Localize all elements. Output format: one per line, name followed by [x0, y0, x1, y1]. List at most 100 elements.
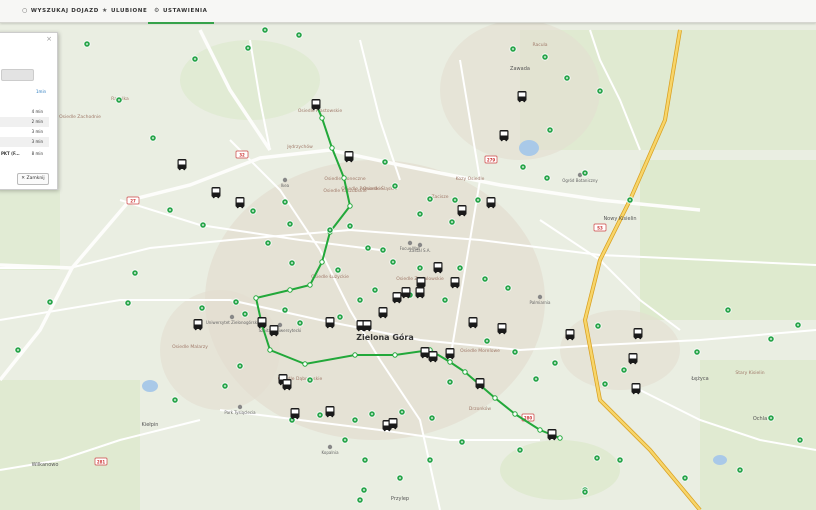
bus-icon[interactable] — [565, 329, 575, 341]
bus-icon[interactable] — [486, 197, 496, 209]
bus-icon[interactable] — [378, 307, 388, 319]
bus-stop-icon[interactable] — [416, 264, 424, 272]
bus-stop-icon[interactable] — [264, 239, 272, 247]
bus-stop-icon[interactable] — [581, 169, 589, 177]
bus-icon[interactable] — [445, 348, 455, 360]
bus-stop-icon[interactable] — [767, 335, 775, 343]
bus-stop-icon[interactable] — [594, 322, 602, 330]
bus-stop-icon[interactable] — [448, 218, 456, 226]
bus-stop-icon[interactable] — [288, 259, 296, 267]
route-stop-marker[interactable] — [557, 435, 563, 441]
bus-stop-icon[interactable] — [381, 158, 389, 166]
bus-stop-icon[interactable] — [124, 299, 132, 307]
bus-stop-icon[interactable] — [504, 284, 512, 292]
bus-stop-icon[interactable] — [379, 246, 387, 254]
bus-stop-icon[interactable] — [368, 410, 376, 418]
bus-stop-icon[interactable] — [601, 380, 609, 388]
bus-stop-icon[interactable] — [796, 436, 804, 444]
bus-stop-icon[interactable] — [356, 296, 364, 304]
route-stop-marker[interactable] — [462, 369, 468, 375]
bus-stop-icon[interactable] — [326, 226, 334, 234]
bus-stop-icon[interactable] — [441, 296, 449, 304]
bus-stop-icon[interactable] — [794, 321, 802, 329]
bus-stop-icon[interactable] — [416, 210, 424, 218]
tab-ustawienia[interactable]: ⚙ USTAWIENIA — [148, 0, 214, 24]
bus-icon[interactable] — [433, 262, 443, 274]
bus-stop-icon[interactable] — [389, 258, 397, 266]
bus-stop-icon[interactable] — [626, 196, 634, 204]
route-stop-marker[interactable] — [319, 115, 325, 121]
panel-action-button[interactable] — [1, 69, 34, 81]
route-stop-marker[interactable] — [447, 359, 453, 365]
bus-stop-icon[interactable] — [334, 266, 342, 274]
bus-stop-icon[interactable] — [458, 438, 466, 446]
bus-icon[interactable] — [282, 379, 292, 391]
bus-stop-icon[interactable] — [241, 310, 249, 318]
bus-stop-icon[interactable] — [166, 206, 174, 214]
bus-icon[interactable] — [401, 287, 411, 299]
bus-stop-icon[interactable] — [398, 408, 406, 416]
bus-stop-icon[interactable] — [244, 44, 252, 52]
bus-stop-icon[interactable] — [546, 126, 554, 134]
bus-stop-icon[interactable] — [346, 222, 354, 230]
bus-icon[interactable] — [475, 378, 485, 390]
bus-stop-icon[interactable] — [551, 359, 559, 367]
bus-stop-icon[interactable] — [171, 396, 179, 404]
route-stop-marker[interactable] — [347, 203, 353, 209]
bus-icon[interactable] — [388, 418, 398, 430]
bus-stop-icon[interactable] — [360, 486, 368, 494]
route-stop-marker[interactable] — [352, 352, 358, 358]
bus-stop-icon[interactable] — [296, 319, 304, 327]
bus-stop-icon[interactable] — [616, 456, 624, 464]
bus-stop-icon[interactable] — [767, 414, 775, 422]
tab-wyszukaj-dojazd[interactable]: ○ WYSZUKAJ DOJAZD — [16, 0, 105, 22]
bus-icon[interactable] — [235, 197, 245, 209]
bus-stop-icon[interactable] — [281, 306, 289, 314]
bus-icon[interactable] — [257, 317, 267, 329]
bus-stop-icon[interactable] — [236, 362, 244, 370]
bus-icon[interactable] — [362, 320, 372, 332]
bus-stop-icon[interactable] — [681, 474, 689, 482]
bus-icon[interactable] — [428, 351, 438, 363]
bus-icon[interactable] — [517, 91, 527, 103]
bus-stop-icon[interactable] — [83, 40, 91, 48]
bus-stop-icon[interactable] — [736, 466, 744, 474]
bus-icon[interactable] — [177, 159, 187, 171]
bus-stop-icon[interactable] — [261, 26, 269, 34]
bus-icon[interactable] — [628, 353, 638, 365]
bus-stop-icon[interactable] — [391, 182, 399, 190]
bus-stop-icon[interactable] — [336, 313, 344, 321]
route-stop-marker[interactable] — [341, 175, 347, 181]
bus-stop-icon[interactable] — [199, 221, 207, 229]
bus-stop-icon[interactable] — [474, 196, 482, 204]
bus-stop-icon[interactable] — [316, 411, 324, 419]
bus-stop-icon[interactable] — [519, 163, 527, 171]
bus-stop-icon[interactable] — [286, 220, 294, 228]
bus-stop-icon[interactable] — [511, 348, 519, 356]
bus-stop-icon[interactable] — [451, 196, 459, 204]
panel-link[interactable]: 1min — [36, 89, 46, 94]
bus-stop-icon[interactable] — [198, 304, 206, 312]
bus-stop-icon[interactable] — [341, 436, 349, 444]
route-stop-marker[interactable] — [537, 427, 543, 433]
bus-icon[interactable] — [416, 277, 426, 289]
bus-icon[interactable] — [211, 187, 221, 199]
bus-stop-icon[interactable] — [371, 286, 379, 294]
bus-stop-icon[interactable] — [481, 275, 489, 283]
bus-icon[interactable] — [311, 99, 321, 111]
bus-stop-icon[interactable] — [364, 244, 372, 252]
bus-icon[interactable] — [499, 130, 509, 142]
bus-stop-icon[interactable] — [249, 207, 257, 215]
route-stop-marker[interactable] — [307, 282, 313, 288]
bus-stop-icon[interactable] — [149, 134, 157, 142]
bus-stop-icon[interactable] — [483, 337, 491, 345]
bus-stop-icon[interactable] — [221, 382, 229, 390]
bus-stop-icon[interactable] — [191, 55, 199, 63]
bus-stop-icon[interactable] — [446, 378, 454, 386]
close-icon[interactable]: × — [46, 35, 52, 43]
route-stop-marker[interactable] — [302, 361, 308, 367]
bus-stop-icon[interactable] — [232, 298, 240, 306]
bus-icon[interactable] — [325, 406, 335, 418]
bus-stop-icon[interactable] — [532, 375, 540, 383]
bus-stop-icon[interactable] — [428, 414, 436, 422]
